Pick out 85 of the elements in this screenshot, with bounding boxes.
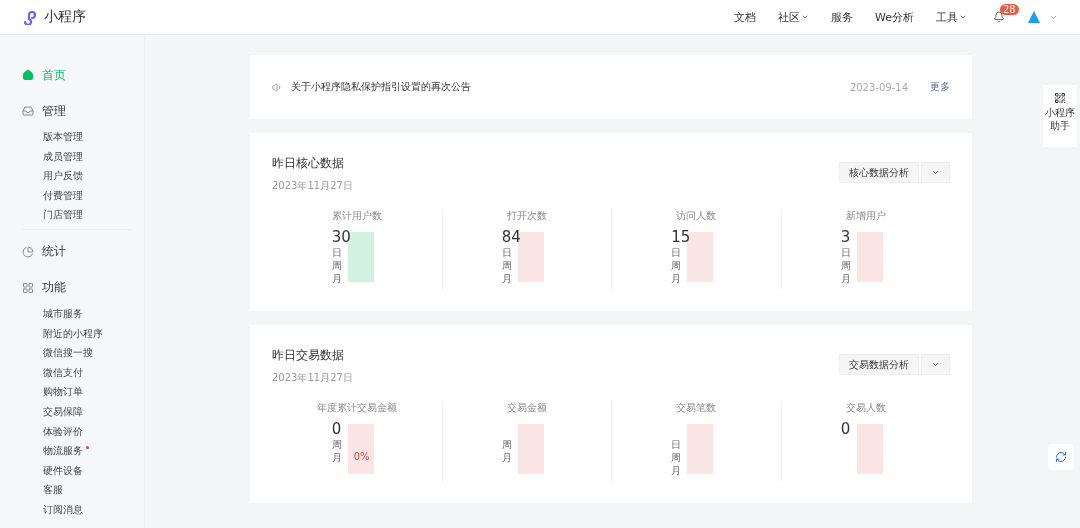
sidebar-subitem[interactable]: 体验评价 bbox=[43, 421, 132, 442]
sidebar-subitem[interactable]: 微信支付 bbox=[43, 362, 132, 383]
change-percent: 0% bbox=[353, 451, 370, 464]
sidebar-subitem[interactable]: 成员管理 bbox=[43, 146, 132, 167]
period-label: 月 bbox=[671, 272, 682, 285]
notification-badge: 28 bbox=[1000, 4, 1019, 15]
sidebar-subitem[interactable]: 付费管理 bbox=[43, 185, 132, 206]
stat-label: 打开次数 bbox=[506, 209, 547, 223]
sidebar-subitem[interactable]: 购物订单 bbox=[43, 382, 132, 402]
stat-value: 3 bbox=[840, 228, 851, 246]
nav-link[interactable]: 工具 bbox=[936, 9, 967, 25]
stat-label: 年度累计交易金额 bbox=[316, 401, 397, 415]
inbox-icon bbox=[22, 105, 34, 117]
period-label: 周 bbox=[671, 451, 682, 464]
refresh-icon bbox=[1055, 451, 1067, 463]
stat-value: 84 bbox=[501, 228, 521, 246]
period-label: 周 bbox=[501, 438, 512, 451]
period-label: 日 bbox=[671, 438, 682, 451]
notice-text[interactable]: 关于小程序隐私保护指引设置的再次公告 bbox=[291, 80, 471, 94]
stat-value: 30 bbox=[331, 228, 351, 246]
stat-value: 0 bbox=[840, 420, 851, 438]
card-title: 昨日交易数据 bbox=[272, 347, 345, 364]
period-label: 周 bbox=[671, 259, 682, 272]
period-label: 月 bbox=[331, 272, 342, 285]
notification-dot bbox=[86, 446, 89, 450]
period-label: 周 bbox=[331, 438, 342, 451]
speaker-icon bbox=[272, 81, 283, 93]
stat-label: 交易笔数 bbox=[676, 401, 717, 415]
sidebar-subitem[interactable]: 城市服务 bbox=[43, 303, 132, 324]
analysis-button[interactable]: 核心数据分析 bbox=[839, 162, 919, 183]
sidebar-subitem[interactable]: 硬件设备 bbox=[43, 460, 132, 481]
stat-value: 15 bbox=[671, 228, 691, 246]
period-label: 月 bbox=[501, 272, 512, 285]
logo-icon bbox=[22, 9, 38, 25]
period-label: 月 bbox=[840, 272, 851, 285]
stat-value: 0 bbox=[331, 420, 342, 438]
helper-panel[interactable]: 小程序助手 bbox=[1043, 85, 1077, 147]
helper-label: 小程序助手 bbox=[1044, 107, 1076, 132]
card-date: 2023年11月27日 bbox=[272, 371, 353, 385]
nav-link[interactable]: 社区 bbox=[778, 9, 809, 25]
period-label: 周 bbox=[331, 259, 342, 272]
sidebar-subitem[interactable]: 交易保障 bbox=[43, 401, 132, 422]
sidebar-subitem[interactable]: 客服 bbox=[43, 480, 132, 500]
period-label: 月 bbox=[331, 451, 342, 464]
card-title: 昨日核心数据 bbox=[272, 155, 345, 172]
avatar-icon[interactable] bbox=[1027, 10, 1041, 24]
sidebar-subitem[interactable]: 门店管理 bbox=[43, 205, 132, 225]
nav-link[interactable]: 服务 bbox=[831, 9, 853, 25]
period-label: 周 bbox=[501, 259, 512, 272]
caret-icon bbox=[931, 168, 940, 177]
stat-label: 访问人数 bbox=[676, 209, 717, 223]
stat-label: 新增用户 bbox=[845, 209, 886, 223]
period-label: 月 bbox=[501, 451, 512, 464]
period-label: 日 bbox=[331, 246, 342, 259]
caret-icon bbox=[931, 360, 940, 369]
refresh-button[interactable] bbox=[1048, 444, 1074, 470]
sidebar-subitem[interactable]: 订阅消息 bbox=[43, 499, 132, 520]
sidebar-item[interactable]: 功能 bbox=[22, 277, 144, 298]
card-date: 2023年11月27日 bbox=[272, 179, 353, 193]
grid-icon bbox=[22, 281, 34, 294]
period-label: 日 bbox=[840, 246, 851, 259]
app-title: 小程序 bbox=[44, 8, 86, 26]
sidebar-item[interactable]: 统计 bbox=[22, 241, 144, 262]
stat-label: 交易人数 bbox=[845, 401, 886, 415]
sidebar-subitem[interactable]: 微信搜一搜 bbox=[43, 343, 132, 363]
sidebar-subitem[interactable]: 附近的小程序 bbox=[43, 323, 132, 344]
period-label: 周 bbox=[840, 259, 851, 272]
pie-chart-icon bbox=[22, 245, 34, 258]
period-label: 日 bbox=[501, 246, 512, 259]
analysis-button[interactable]: 交易数据分析 bbox=[839, 354, 919, 375]
more-link[interactable]: 更多 bbox=[930, 80, 950, 94]
stat-label: 累计用户数 bbox=[331, 209, 382, 223]
sidebar-item[interactable]: 管理 bbox=[22, 101, 144, 121]
notice-date: 2023-09-14 bbox=[849, 81, 908, 93]
period-label: 日 bbox=[671, 246, 682, 259]
nav-link[interactable]: 文档 bbox=[734, 9, 756, 25]
stat-label: 交易金额 bbox=[506, 401, 547, 415]
nav-link[interactable]: We分析 bbox=[875, 9, 914, 25]
period-label: 月 bbox=[671, 464, 682, 477]
bell-icon[interactable] bbox=[993, 11, 1005, 23]
home-icon bbox=[22, 69, 34, 81]
sidebar-subitem[interactable]: 用户反馈 bbox=[43, 166, 132, 186]
sidebar-subitem[interactable]: 物流服务 bbox=[43, 441, 132, 461]
sidebar-subitem[interactable]: 版本管理 bbox=[43, 127, 132, 147]
qr-code-icon bbox=[1054, 92, 1066, 104]
